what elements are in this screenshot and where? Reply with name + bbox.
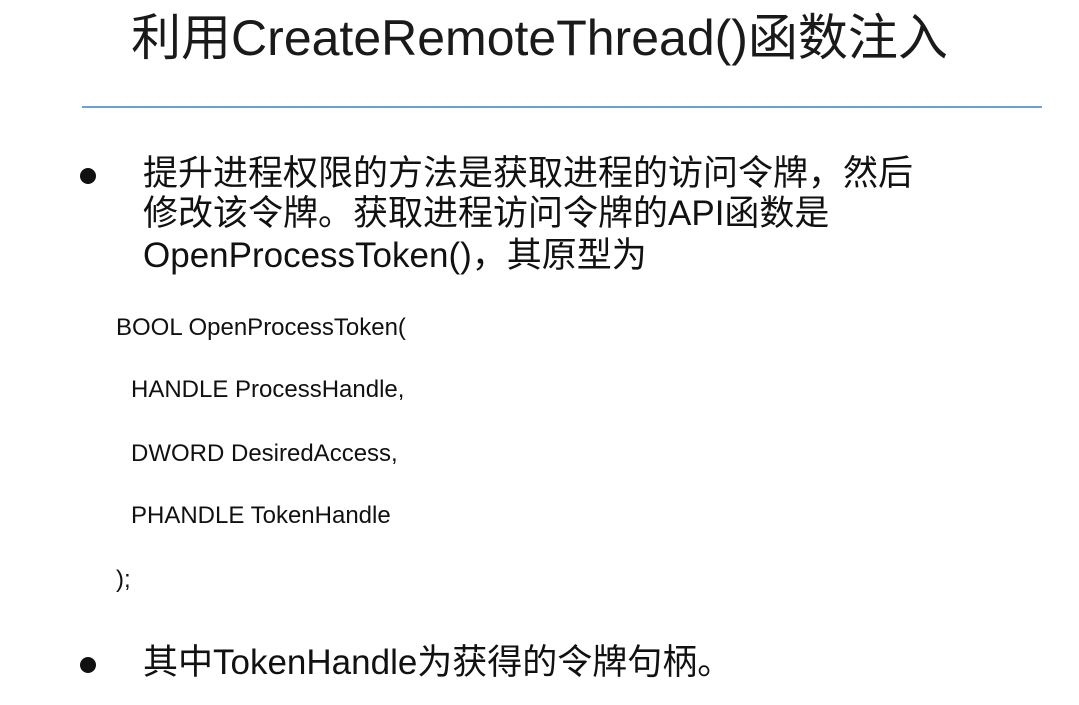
bullet-line: 修改该令牌。获取进程访问令牌的API函数是 xyxy=(143,194,830,233)
code-line: DWORD DesiredAccess, xyxy=(131,440,398,467)
code-line: HANDLE ProcessHandle, xyxy=(131,376,405,403)
bullet-line: OpenProcessToken()，其原型为 xyxy=(143,236,647,275)
code-line: ); xyxy=(116,566,131,593)
bullet-dot xyxy=(80,168,96,184)
bullet-line: 提升进程权限的方法是获取进程的访问令牌，然后 xyxy=(143,154,914,193)
bullet-line: 其中TokenHandle为获得的令牌句柄。 xyxy=(143,643,733,682)
code-line: BOOL OpenProcessToken( xyxy=(116,314,406,341)
slide-title: 利用CreateRemoteThread()函数注入 xyxy=(131,10,948,66)
code-line: PHANDLE TokenHandle xyxy=(131,502,391,529)
bullet-dot xyxy=(80,657,96,673)
title-divider xyxy=(82,106,1042,108)
